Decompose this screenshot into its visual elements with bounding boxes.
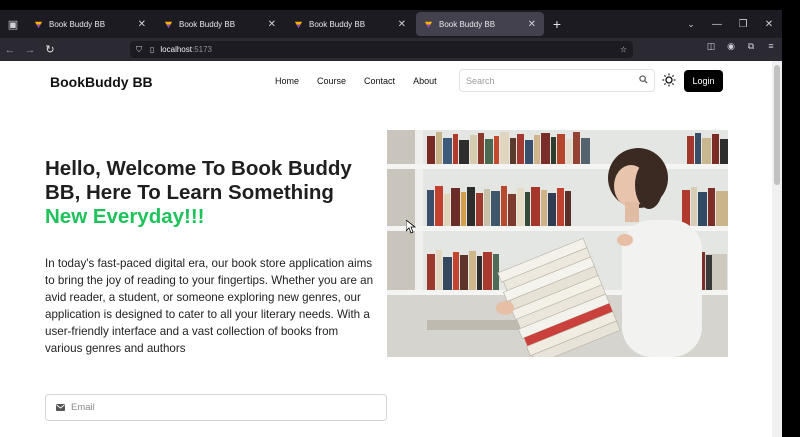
minimize-window-icon[interactable]: — (704, 19, 730, 30)
toolbar-right-icons: ◫ ◉ ⧉ ≡ (704, 41, 778, 52)
forward-arrow-icon[interactable]: → (20, 44, 40, 56)
extensions-icon[interactable]: ⧉ (744, 41, 758, 52)
search-box (459, 69, 655, 92)
browser-toolbar: ← → ↻ ⛉ ▯ localhost :5173 ☆ ◫ ◉ ⧉ ≡ (0, 38, 782, 61)
nav-link-contact[interactable]: Contact (364, 76, 395, 86)
nav-link-course[interactable]: Course (317, 76, 346, 86)
list-all-tabs-icon[interactable]: ⌄ (678, 19, 704, 30)
sun-icon[interactable] (662, 73, 676, 90)
nav-link-home[interactable]: Home (275, 76, 299, 86)
page-scrollbar[interactable] (772, 61, 782, 437)
react-favicon-icon (294, 21, 303, 28)
react-favicon-icon (164, 21, 173, 28)
tab-title: Book Buddy BB (309, 19, 366, 29)
address-bar[interactable]: ⛉ ▯ localhost :5173 ☆ (130, 41, 633, 58)
close-tab-icon[interactable]: ✕ (528, 19, 536, 30)
email-input[interactable] (71, 402, 376, 413)
url-host: localhost (160, 45, 192, 54)
close-tab-icon[interactable]: ✕ (268, 19, 276, 30)
react-favicon-icon (424, 21, 433, 28)
brand-logo[interactable]: BookBuddy BB (50, 74, 153, 90)
tracking-shield-icon[interactable]: ⛉ (136, 45, 142, 55)
tab-title: Book Buddy BB (49, 19, 106, 29)
site-header: BookBuddy BB Home Course Contact About L… (0, 61, 772, 101)
search-icon[interactable] (639, 75, 648, 86)
back-arrow-icon[interactable]: ← (0, 44, 20, 56)
menu-hamburger-icon[interactable]: ≡ (764, 41, 778, 52)
email-field (45, 394, 387, 421)
close-tab-icon[interactable]: ✕ (138, 19, 146, 30)
web-page: BookBuddy BB Home Course Contact About L… (0, 61, 772, 437)
hero-description: In today's fast-paced digital era, our b… (45, 257, 374, 355)
mouse-cursor-icon (406, 220, 416, 234)
tab-list-icon[interactable]: ▣ (0, 10, 26, 38)
nav-link-about[interactable]: About (413, 76, 437, 86)
browser-tab[interactable]: Book Buddy BB ✕ (26, 12, 154, 36)
close-window-icon[interactable]: ✕ (756, 19, 782, 30)
browser-tab[interactable]: Book Buddy BB ✕ (286, 12, 414, 36)
browser-tab-active[interactable]: Book Buddy BB ✕ (416, 12, 544, 36)
reload-icon[interactable]: ↻ (40, 43, 60, 56)
bookmark-star-icon[interactable]: ☆ (620, 45, 627, 54)
hero-title-accent: New Everyday!!! (45, 205, 205, 228)
new-tab-button[interactable]: + (546, 16, 568, 32)
hero-title-main: Hello, Welcome To Book Buddy BB, Here To… (45, 157, 352, 204)
woman-with-books-illustration (387, 130, 728, 357)
main-nav: Home Course Contact About (275, 76, 437, 86)
react-favicon-icon (34, 21, 43, 28)
browser-tab-strip: ▣ Book Buddy BB ✕ Book Buddy BB ✕ Book B… (0, 10, 782, 38)
close-tab-icon[interactable]: ✕ (398, 19, 406, 30)
restore-window-icon[interactable]: ❐ (730, 19, 756, 30)
url-port: :5173 (191, 45, 213, 54)
tab-title: Book Buddy BB (439, 19, 496, 29)
mail-icon (56, 403, 65, 413)
scrollbar-thumb[interactable] (774, 65, 780, 185)
account-icon[interactable]: ◉ (724, 41, 738, 52)
hero-image (387, 130, 728, 357)
page-info-icon[interactable]: ▯ (150, 45, 154, 54)
browser-tab[interactable]: Book Buddy BB ✕ (156, 12, 284, 36)
pocket-icon[interactable]: ◫ (704, 41, 718, 52)
search-input[interactable] (466, 75, 639, 86)
hero-title: Hello, Welcome To Book Buddy BB, Here To… (45, 157, 385, 229)
login-button[interactable]: Login (684, 70, 723, 92)
tab-title: Book Buddy BB (179, 19, 236, 29)
